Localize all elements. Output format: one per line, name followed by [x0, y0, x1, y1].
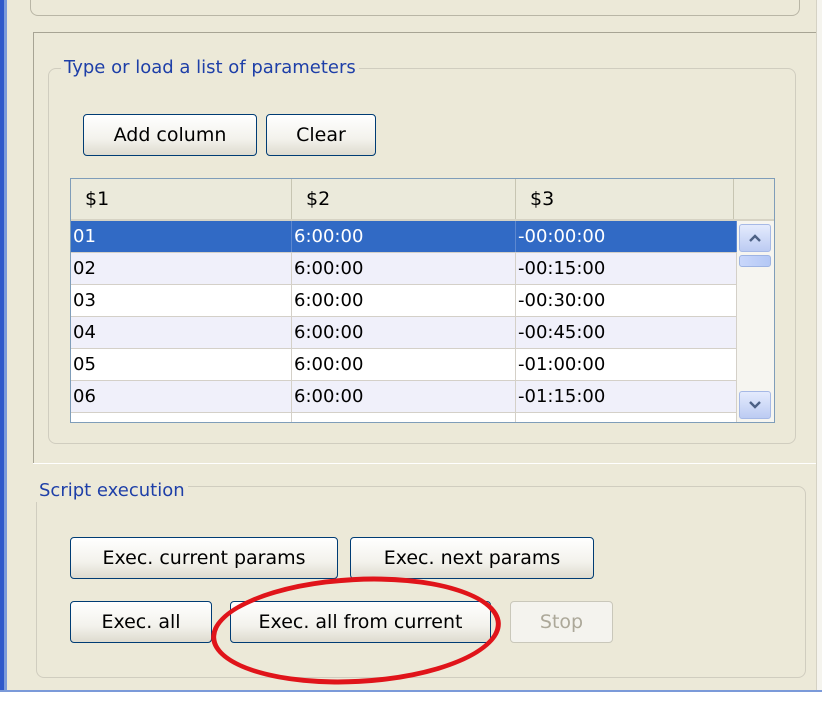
- chevron-up-icon: [749, 234, 761, 242]
- scroll-up-button[interactable]: [739, 224, 771, 252]
- table-row[interactable]: 06 6:00:00 -01:15:00: [71, 381, 737, 413]
- table-cell[interactable]: -00:30:00: [516, 285, 737, 316]
- scroll-down-button[interactable]: [739, 391, 771, 419]
- column-header-1[interactable]: $1: [71, 179, 292, 219]
- table-row[interactable]: 05 6:00:00 -01:00:00: [71, 349, 737, 381]
- table-cell[interactable]: [71, 413, 292, 422]
- column-header-3[interactable]: $3: [516, 179, 734, 219]
- table-row[interactable]: 04 6:00:00 -00:45:00: [71, 317, 737, 349]
- table-row-partial[interactable]: [71, 413, 737, 422]
- table-cell[interactable]: 6:00:00: [292, 285, 516, 316]
- add-column-button[interactable]: Add column: [83, 114, 257, 156]
- table-cell[interactable]: [292, 413, 516, 422]
- table-cell[interactable]: [516, 413, 737, 422]
- exec-all-button[interactable]: Exec. all: [70, 601, 212, 643]
- window-left-border-inner: [4, 0, 7, 690]
- table-row[interactable]: 03 6:00:00 -00:30:00: [71, 285, 737, 317]
- table-cell[interactable]: 6:00:00: [292, 381, 516, 412]
- exec-current-params-button[interactable]: Exec. current params: [70, 537, 338, 579]
- chevron-down-icon: [749, 401, 761, 409]
- stop-button: Stop: [510, 601, 613, 643]
- parameters-table[interactable]: $1 $2 $3 01 6:00:00 -00:00:00 02 6:00:00…: [70, 178, 775, 423]
- table-cell[interactable]: -00:15:00: [516, 253, 737, 284]
- clear-button[interactable]: Clear: [266, 114, 376, 156]
- table-row[interactable]: 02 6:00:00 -00:15:00: [71, 253, 737, 285]
- table-cell[interactable]: 03: [71, 285, 292, 316]
- scroll-thumb[interactable]: [739, 255, 771, 267]
- window-bottom-border: [0, 690, 822, 702]
- table-cell[interactable]: -01:15:00: [516, 381, 737, 412]
- script-execution-legend: Script execution: [36, 480, 188, 502]
- table-cell[interactable]: 6:00:00: [292, 253, 516, 284]
- table-cell[interactable]: 6:00:00: [292, 349, 516, 380]
- window-right-edge: [816, 0, 822, 690]
- parameters-group-legend: Type or load a list of parameters: [61, 57, 359, 79]
- parameters-frame-bottom-highlight: [33, 463, 816, 464]
- column-header-2[interactable]: $2: [292, 179, 516, 219]
- table-header: $1 $2 $3: [71, 179, 774, 221]
- table-cell[interactable]: 04: [71, 317, 292, 348]
- table-cell[interactable]: 01: [71, 221, 292, 252]
- table-vertical-scrollbar[interactable]: [737, 221, 774, 422]
- upper-panel-bottom: [30, 0, 800, 16]
- table-cell[interactable]: -01:00:00: [516, 349, 737, 380]
- table-row[interactable]: 01 6:00:00 -00:00:00: [71, 221, 737, 253]
- exec-next-params-button[interactable]: Exec. next params: [350, 537, 594, 579]
- table-cell[interactable]: 05: [71, 349, 292, 380]
- table-cell[interactable]: 6:00:00: [292, 317, 516, 348]
- table-cell[interactable]: 02: [71, 253, 292, 284]
- table-cell[interactable]: -00:00:00: [516, 221, 737, 252]
- table-cell[interactable]: 6:00:00: [292, 221, 516, 252]
- table-cell[interactable]: 06: [71, 381, 292, 412]
- table-cell[interactable]: -00:45:00: [516, 317, 737, 348]
